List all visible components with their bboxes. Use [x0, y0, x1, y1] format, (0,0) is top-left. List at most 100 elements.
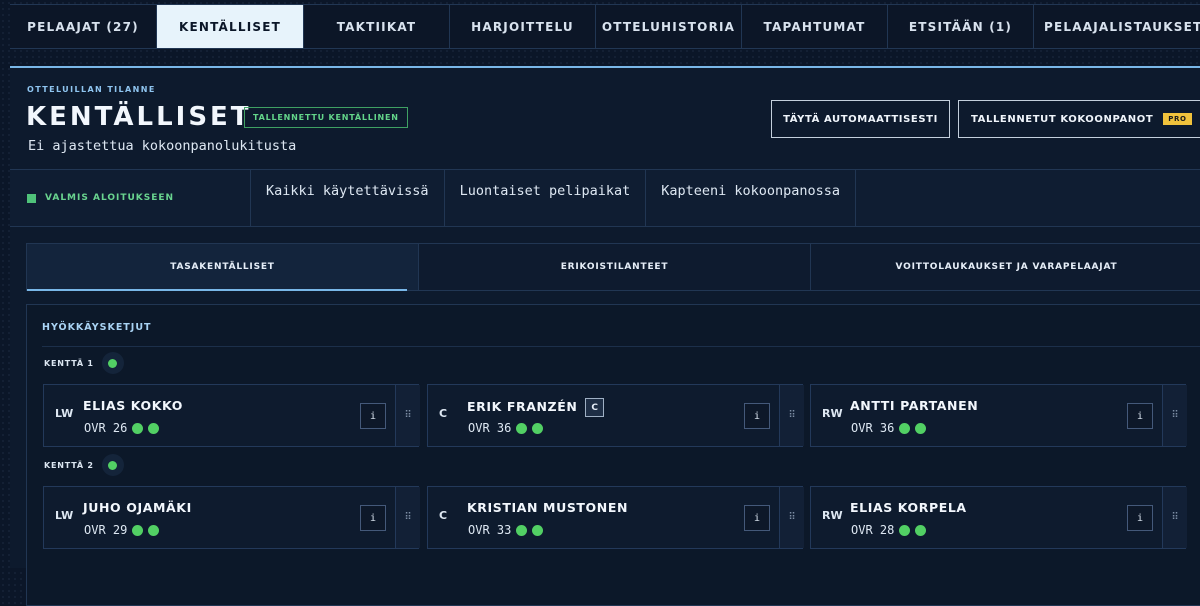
fitness-dot-icon: [132, 422, 144, 434]
tab-scouting[interactable]: ETSITÄÄN (1): [888, 5, 1034, 48]
line-label-text: KENTTÄ 1: [44, 358, 94, 368]
player-name: ANTTI PARTANEN: [850, 398, 978, 413]
line-label: KENTTÄ 2: [44, 454, 124, 476]
saved-lineups-button[interactable]: TALLENNETUT KOKOONPANOT PRO: [958, 100, 1200, 138]
ovr-label: OVR: [851, 523, 873, 537]
drag-handle-icon[interactable]: ⠿: [395, 385, 420, 446]
ovr-value: 36: [879, 421, 895, 435]
drag-handle-icon[interactable]: ⠿: [1162, 385, 1187, 446]
fitness-dot-icon: [899, 422, 911, 434]
position-label: C: [439, 407, 448, 420]
position-label: RW: [822, 509, 843, 522]
panel-header: OTTELUILLAN TILANNE KENTÄLLISET TALLENNE…: [10, 68, 1200, 168]
line-status-icon: [101, 352, 124, 374]
morale-dot-icon: [915, 524, 927, 536]
auto-fill-button[interactable]: TÄYTÄ AUTOMAATTISESTI: [771, 100, 950, 138]
morale-dot-icon: [148, 422, 160, 434]
player-name: ELIAS KORPELA: [850, 500, 967, 515]
player-info-button[interactable]: i: [1127, 505, 1153, 531]
morale-dot-icon: [532, 524, 544, 536]
line-type-tabs: TASAKENTÄLLISET ERIKOISTILANTEET VOITTOL…: [26, 243, 1200, 291]
player-name-text: ANTTI PARTANEN: [850, 398, 979, 413]
player-rating: OVR 28: [851, 523, 927, 537]
drag-handle-icon[interactable]: ⠿: [395, 487, 420, 548]
player-card[interactable]: RW ANTTI PARTANEN OVR 36 i ⠿: [810, 384, 1187, 447]
player-rating: OVR 33: [468, 523, 544, 537]
player-name-text: ELIAS KOKKO: [83, 398, 183, 413]
player-card[interactable]: C KRISTIAN MUSTONEN OVR 33 i ⠿: [427, 486, 804, 549]
player-rating: OVR 26: [84, 421, 160, 435]
player-info-button[interactable]: i: [744, 505, 770, 531]
captain-badge: C: [585, 398, 605, 417]
tab-tactics[interactable]: TAKTIIKAT: [304, 5, 450, 48]
saved-status-badge: TALLENNETTU KENTÄLLINEN: [244, 107, 408, 128]
tab-player-listings[interactable]: PELAAJALISTAUKSET: [1034, 5, 1200, 48]
page-title: KENTÄLLISET: [26, 102, 252, 132]
morale-dot-icon: [148, 524, 160, 536]
ovr-label: OVR: [84, 523, 106, 537]
player-info-button[interactable]: i: [1127, 403, 1153, 429]
ovr-label: OVR: [84, 421, 106, 435]
ovr-value: 28: [879, 523, 895, 537]
fitness-dot-icon: [132, 524, 144, 536]
saved-lineups-label: TALLENNETUT KOKOONPANOT: [971, 113, 1154, 125]
pro-badge: PRO: [1163, 113, 1192, 125]
player-name-text: ERIK FRANZÉN: [467, 399, 578, 414]
player-rating: OVR 36: [851, 421, 927, 435]
position-label: C: [439, 509, 448, 522]
main-nav: PELAAJAT (27) KENTÄLLISET TAKTIIKAT HARJ…: [10, 4, 1200, 49]
tab-players[interactable]: PELAAJAT (27): [10, 5, 157, 48]
position-label: LW: [55, 407, 74, 420]
ovr-label: OVR: [468, 421, 490, 435]
lines-panel: OTTELUILLAN TILANNE KENTÄLLISET TALLENNE…: [10, 66, 1200, 606]
player-name: JUHO OJAMÄKI: [83, 500, 192, 515]
player-info-button[interactable]: i: [360, 403, 386, 429]
tab-lines[interactable]: KENTÄLLISET: [157, 5, 304, 48]
player-name-text: JUHO OJAMÄKI: [83, 500, 192, 515]
position-label: LW: [55, 509, 74, 522]
position-label: RW: [822, 407, 843, 420]
line-label: KENTTÄ 1: [44, 352, 124, 374]
player-rating: OVR 29: [84, 523, 160, 537]
player-info-button[interactable]: i: [744, 403, 770, 429]
subtab-even-strength[interactable]: TASAKENTÄLLISET: [27, 244, 419, 291]
drag-handle-icon[interactable]: ⠿: [779, 487, 804, 548]
drag-handle-icon[interactable]: ⠿: [779, 385, 804, 446]
ovr-value: 26: [112, 421, 128, 435]
tab-match-history[interactable]: OTTELUHISTORIA: [596, 5, 742, 48]
check-captain: Kapteeni kokoonpanossa: [646, 170, 857, 226]
forward-lines-section: HYÖKKÄYSKETJUT KENTTÄ 1 LW ELIAS KOKKO OVR …: [26, 304, 1200, 606]
player-card[interactable]: RW ELIAS KORPELA OVR 28 i ⠿: [810, 486, 1187, 549]
player-name-text: KRISTIAN MUSTONEN: [467, 500, 629, 515]
fitness-dot-icon: [899, 524, 911, 536]
player-card[interactable]: C ERIK FRANZÉN C OVR 36 i ⠿: [427, 384, 804, 447]
ovr-value: 29: [112, 523, 128, 537]
readiness-bar: VALMIS ALOITUKSEEN Kaikki käytettävissä …: [10, 169, 1200, 227]
player-name-text: ELIAS KORPELA: [850, 500, 967, 515]
tab-events[interactable]: TAPAHTUMAT: [742, 5, 888, 48]
ovr-value: 36: [496, 421, 512, 435]
player-card[interactable]: LW ELIAS KOKKO OVR 26 i ⠿: [43, 384, 420, 447]
ovr-label: OVR: [468, 523, 490, 537]
subtab-special-teams[interactable]: ERIKOISTILANTEET: [419, 244, 811, 290]
ovr-value: 33: [496, 523, 512, 537]
check-all-available: Kaikki käytettävissä: [251, 170, 445, 226]
eyebrow-label: OTTELUILLAN TILANNE: [27, 85, 156, 94]
section-divider: [42, 346, 1200, 347]
player-card[interactable]: LW JUHO OJAMÄKI OVR 29 i ⠿: [43, 486, 420, 549]
morale-dot-icon: [915, 422, 927, 434]
section-title: HYÖKKÄYSKETJUT: [42, 322, 152, 333]
subtab-shootout-reserves[interactable]: VOITTOLAUKAUKSET JA VARAPELAAJAT: [811, 244, 1200, 290]
ready-indicator-icon: [27, 193, 36, 203]
ovr-label: OVR: [851, 421, 873, 435]
drag-handle-icon[interactable]: ⠿: [1162, 487, 1187, 548]
player-rating: OVR 36: [468, 421, 544, 435]
player-info-button[interactable]: i: [360, 505, 386, 531]
fitness-dot-icon: [516, 524, 528, 536]
line-label-text: KENTTÄ 2: [44, 460, 94, 470]
player-name: ERIK FRANZÉN C: [467, 398, 605, 417]
check-natural-positions: Luontaiset pelipaikat: [445, 170, 647, 226]
fitness-dot-icon: [516, 422, 528, 434]
line-status-icon: [101, 454, 124, 476]
tab-training[interactable]: HARJOITTELU: [450, 5, 596, 48]
